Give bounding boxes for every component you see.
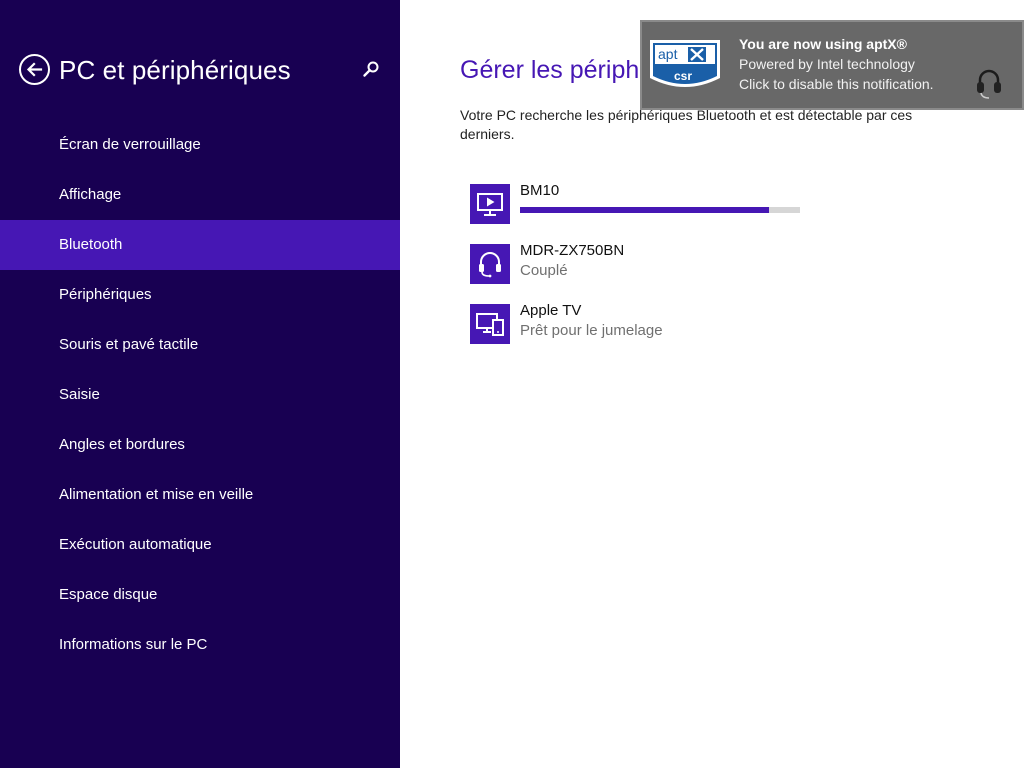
sidebar-title: PC et périphériques — [59, 55, 291, 85]
device-tile — [470, 244, 510, 284]
device-item-mdr-zx750bn[interactable]: MDR-ZX750BN Couplé — [470, 242, 870, 286]
sidebar-item-typing[interactable]: Saisie — [0, 370, 400, 420]
sidebar-item-bluetooth[interactable]: Bluetooth — [0, 220, 400, 270]
pairing-progress-fill — [520, 207, 770, 213]
headset-icon — [479, 252, 501, 278]
device-item-apple-tv[interactable]: Apple TV Prêt pour le jumelage — [470, 302, 870, 346]
display-play-icon — [477, 193, 503, 216]
toast-title: You are now using aptX® — [739, 36, 907, 52]
toast-line-1: Powered by Intel technology — [739, 56, 915, 72]
sidebar-nav: Écran de verrouillage Affichage Bluetoot… — [0, 120, 400, 670]
sidebar-header: PC et périphériques — [0, 50, 400, 92]
headset-icon — [977, 69, 1001, 99]
sidebar-item-disk-space[interactable]: Espace disque — [0, 570, 400, 620]
main-content: Gérer les périphé Votre PC recherche les… — [400, 0, 1024, 768]
aptx-csr-logo: apt csr — [650, 40, 720, 87]
device-tile — [470, 304, 510, 344]
device-name: Apple TV — [520, 302, 582, 319]
svg-text:apt: apt — [658, 46, 678, 62]
device-name: BM10 — [520, 182, 560, 199]
sidebar-item-mouse-touchpad[interactable]: Souris et pavé tactile — [0, 320, 400, 370]
sidebar-item-power-sleep[interactable]: Alimentation et mise en veille — [0, 470, 400, 520]
device-status: Couplé — [520, 262, 568, 279]
device-tile — [470, 184, 510, 224]
device-status: Prêt pour le jumelage — [520, 322, 663, 339]
device-item-bm10[interactable]: BM10 — [470, 182, 870, 226]
back-button[interactable] — [19, 54, 50, 85]
sidebar-item-pc-info[interactable]: Informations sur le PC — [0, 620, 400, 670]
svg-text:csr: csr — [674, 69, 692, 83]
sidebar-item-corners-edges[interactable]: Angles et bordures — [0, 420, 400, 470]
sidebar-item-display[interactable]: Affichage — [0, 170, 400, 220]
sidebar-item-devices[interactable]: Périphériques — [0, 270, 400, 320]
page-description: Votre PC recherche les périphériques Blu… — [460, 107, 913, 142]
arrow-left-icon — [26, 62, 43, 77]
aptx-notification-toast[interactable]: apt csr You are now using aptX® Powered … — [640, 20, 1024, 110]
sidebar: PC et périphériques Écran de verrouillag… — [0, 0, 400, 768]
search-button[interactable] — [361, 59, 381, 79]
pairing-progress-bar — [520, 207, 800, 213]
page-title: Gérer les périphé — [460, 56, 654, 84]
toast-line-2: Click to disable this notification. — [739, 76, 934, 92]
device-name: MDR-ZX750BN — [520, 242, 625, 259]
devices-icon — [476, 313, 504, 336]
search-icon — [363, 61, 379, 77]
sidebar-item-lock-screen[interactable]: Écran de verrouillage — [0, 120, 400, 170]
sidebar-item-autoplay[interactable]: Exécution automatique — [0, 520, 400, 570]
